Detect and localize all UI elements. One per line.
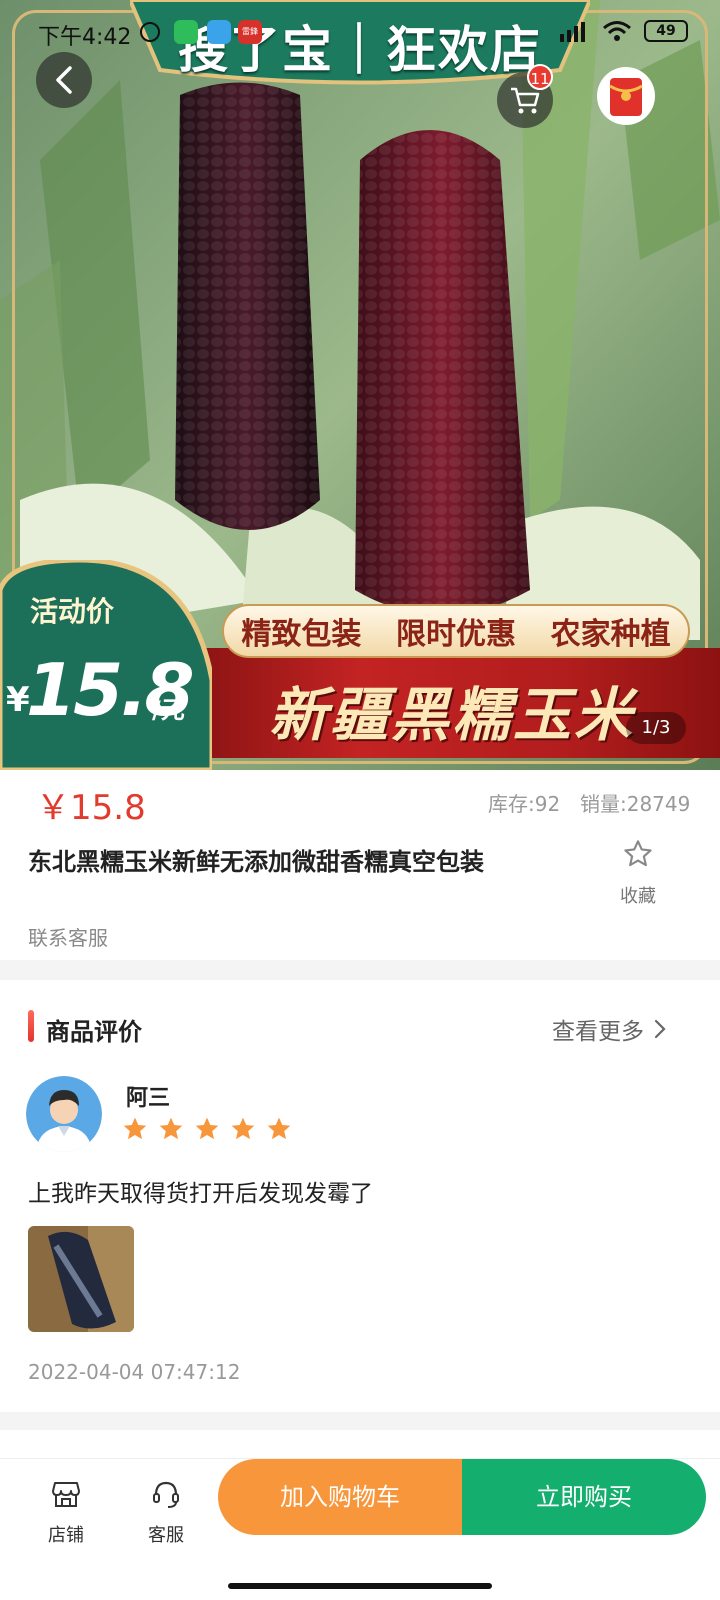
promo-price-badge: 活动价 ¥ 15.8 /元: [0, 560, 212, 770]
see-more-reviews-link[interactable]: 查看更多: [552, 1012, 666, 1046]
product-title: 东北黑糯玉米新鲜无添加微甜香糯真空包装: [28, 848, 484, 876]
qq-icon: [207, 20, 231, 44]
cart-count-badge: 11: [527, 64, 553, 90]
service-label: 客服: [148, 1525, 184, 1546]
product-info: ￥15.8 库存:92 销量:28749 东北黑糯玉米新鲜无添加微甜香糯真空包装…: [0, 770, 720, 960]
reviews-section: 商品评价 查看更多 阿三 上我昨天取得货打开后发现发霉了 2022-04-04 …: [0, 980, 720, 1412]
status-time: 下午4:42: [38, 25, 132, 50]
wifi-icon: [603, 21, 631, 41]
review-timestamp: 2022-04-04 07:47:12: [28, 1360, 241, 1384]
shop-button[interactable]: 店铺: [26, 1479, 106, 1547]
red-envelope-button[interactable]: [597, 67, 655, 125]
rating-stars: [122, 1116, 292, 1142]
alarm-icon: [140, 22, 160, 42]
promo-product-name: 新疆黑糯玉米: [268, 681, 635, 749]
stock-count: 库存:92: [488, 792, 561, 816]
signal-icon: [560, 22, 585, 42]
carousel-page-indicator: 1/3: [626, 712, 686, 744]
product-price: ￥15.8: [36, 788, 146, 828]
buy-now-button[interactable]: 立即购买: [462, 1459, 706, 1535]
red-envelope-icon: [609, 78, 643, 116]
favorite-button[interactable]: 收藏: [604, 838, 672, 908]
battery-icon: 49: [644, 20, 688, 42]
contact-service-link[interactable]: 联系客服: [28, 922, 108, 951]
star-icon: [231, 1117, 255, 1140]
star-icon: [159, 1117, 183, 1140]
star-icon: [195, 1117, 219, 1140]
promo-price-label: 活动价: [30, 595, 115, 628]
status-bar: 下午4:42 雷鋒 49: [0, 0, 720, 62]
bottom-action-bar: 店铺 客服 加入购物车 立即购买: [0, 1458, 720, 1600]
add-to-cart-button[interactable]: 加入购物车: [218, 1459, 462, 1535]
headset-icon: [153, 1481, 179, 1508]
section-accent-bar: [28, 1010, 34, 1042]
review-photo[interactable]: [28, 1226, 134, 1332]
promo-tag: 农家种植: [550, 617, 671, 652]
review-text: 上我昨天取得货打开后发现发霉了: [28, 1181, 373, 1207]
promo-tag: 限时优惠: [395, 617, 516, 652]
sales-count: 销量:28749: [580, 792, 691, 816]
avatar: [26, 1076, 102, 1152]
chevron-right-icon: [654, 1019, 666, 1039]
reviewer-name: 阿三: [126, 1086, 171, 1111]
content-spacer: [0, 1430, 720, 1458]
shop-label: 店铺: [48, 1525, 84, 1546]
see-more-label: 查看更多: [552, 1019, 644, 1045]
product-image-carousel[interactable]: 下午4:42 雷鋒 49 搜了宝｜狂欢店 11 活动价 ¥ 15.8 /元 精致…: [0, 0, 720, 770]
store-icon: [52, 1482, 80, 1507]
promo-tag: 精致包装: [241, 617, 362, 652]
promo-unit: /元: [152, 696, 185, 724]
wechat-icon: [174, 20, 198, 44]
star-outline-icon: [624, 840, 652, 867]
favorite-label: 收藏: [620, 886, 656, 907]
star-icon: [267, 1117, 291, 1140]
home-indicator[interactable]: [228, 1583, 492, 1589]
cart-button[interactable]: 11: [497, 64, 553, 128]
back-button[interactable]: [36, 52, 92, 108]
chevron-left-icon: [56, 66, 72, 94]
promo-tags: 精致包装 限时优惠 农家种植: [222, 604, 690, 658]
reviews-title: 商品评价: [46, 1018, 142, 1046]
star-icon: [123, 1117, 147, 1140]
news-icon: 雷鋒: [238, 20, 262, 44]
customer-service-button[interactable]: 客服: [126, 1479, 206, 1547]
